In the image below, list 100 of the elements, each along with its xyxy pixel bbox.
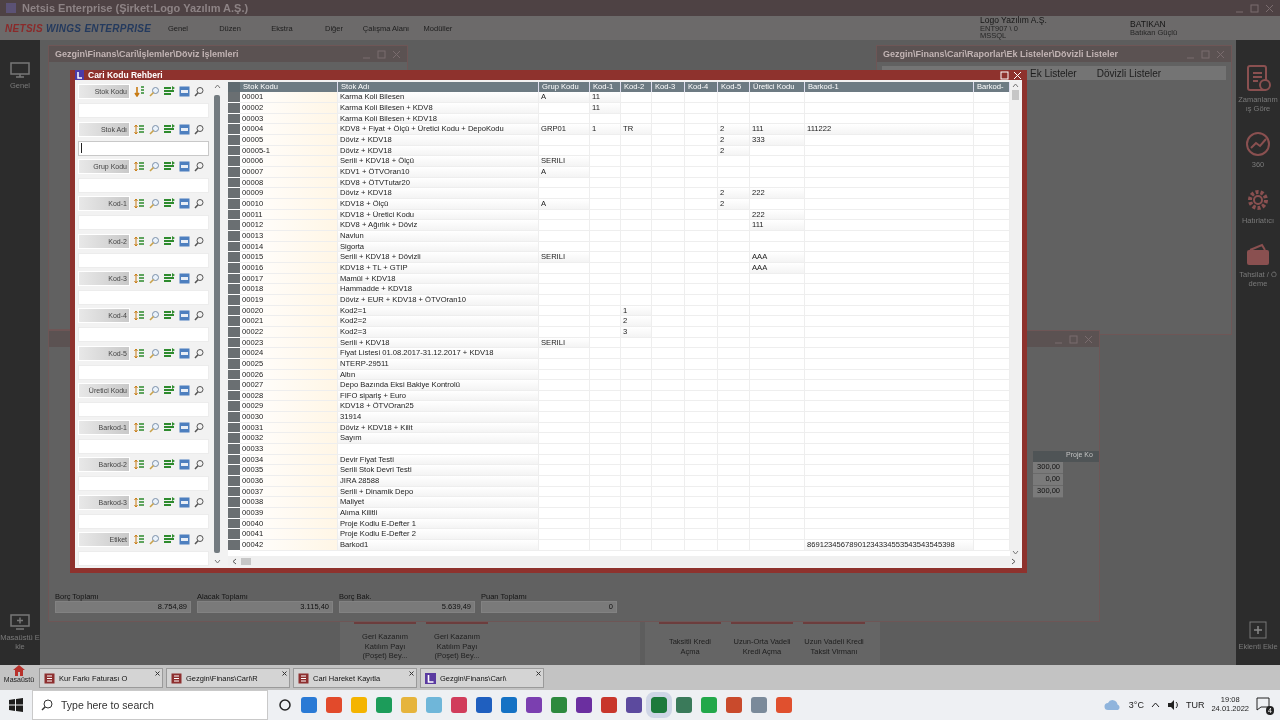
- sort-list-icon[interactable]: [134, 384, 145, 396]
- filter-field[interactable]: [78, 140, 209, 156]
- scrollbar-thumb[interactable]: [1011, 90, 1019, 101]
- row-indicator[interactable]: [228, 348, 240, 359]
- save-icon[interactable]: [179, 161, 190, 173]
- save-icon[interactable]: [179, 459, 190, 471]
- row-indicator[interactable]: [228, 284, 240, 295]
- filter-icon[interactable]: [164, 347, 175, 359]
- row-indicator[interactable]: [228, 220, 240, 231]
- app-icon[interactable]: [526, 697, 542, 713]
- zoom-icon[interactable]: [194, 310, 205, 322]
- filter-icon[interactable]: [164, 161, 175, 173]
- zoom-icon[interactable]: [194, 347, 205, 359]
- chevron-up-icon[interactable]: [1150, 702, 1160, 708]
- row-indicator[interactable]: [228, 305, 240, 317]
- clipboard-icon[interactable]: [1245, 62, 1271, 92]
- save-icon[interactable]: [179, 198, 190, 210]
- scroll-right-icon[interactable]: [1011, 557, 1016, 565]
- filter-icon[interactable]: [164, 235, 175, 247]
- zoom-icon[interactable]: [194, 459, 205, 471]
- row-indicator[interactable]: [228, 241, 240, 253]
- filter-icon[interactable]: [164, 534, 175, 545]
- row-indicator[interactable]: [228, 465, 240, 477]
- zoom-icon[interactable]: [194, 384, 205, 396]
- search-field[interactable]: Type here to search: [32, 690, 268, 720]
- row-indicator[interactable]: [228, 124, 240, 136]
- row-indicator[interactable]: [228, 422, 240, 434]
- sort-list-icon[interactable]: [134, 310, 145, 322]
- filter-icon[interactable]: [164, 422, 175, 434]
- save-icon[interactable]: [179, 496, 190, 508]
- row-indicator[interactable]: [228, 177, 240, 189]
- zoom-icon[interactable]: [194, 235, 205, 247]
- search-icon[interactable]: [149, 459, 160, 471]
- breadcrumb-item[interactable]: Ek Listeler: [1030, 67, 1077, 79]
- filter-icon[interactable]: [164, 86, 175, 98]
- row-indicator[interactable]: [228, 156, 240, 168]
- row-indicator[interactable]: [228, 145, 240, 157]
- filter-icon[interactable]: [164, 496, 175, 508]
- row-indicator[interactable]: [228, 135, 240, 146]
- search-icon[interactable]: [149, 198, 160, 210]
- row-indicator[interactable]: [228, 113, 240, 125]
- save-icon[interactable]: [179, 422, 190, 434]
- row-indicator[interactable]: [228, 497, 240, 509]
- search-icon[interactable]: [149, 86, 160, 98]
- filter-icon[interactable]: [164, 459, 175, 471]
- row-indicator[interactable]: [228, 188, 240, 199]
- zoom-icon[interactable]: [194, 198, 205, 210]
- sort-list-icon[interactable]: [134, 272, 145, 284]
- app-icon[interactable]: [626, 697, 642, 713]
- save-icon[interactable]: [179, 347, 190, 359]
- row-indicator[interactable]: [228, 326, 240, 338]
- scrollbar-thumb[interactable]: [214, 95, 220, 553]
- language-indicator[interactable]: TUR: [1185, 700, 1205, 710]
- scroll-up-icon[interactable]: [213, 84, 221, 90]
- row-indicator[interactable]: [228, 390, 240, 402]
- gear-icon[interactable]: [1245, 187, 1271, 213]
- app-icon[interactable]: [476, 697, 492, 713]
- row-indicator[interactable]: [228, 167, 240, 178]
- row-indicator[interactable]: [228, 337, 240, 349]
- scroll-up-icon[interactable]: [1011, 83, 1019, 89]
- zoom-icon[interactable]: [194, 534, 205, 545]
- row-indicator[interactable]: [228, 508, 240, 519]
- zoom-icon[interactable]: [194, 123, 205, 135]
- row-indicator[interactable]: [228, 252, 240, 263]
- row-indicator[interactable]: [228, 199, 240, 210]
- save-icon[interactable]: [179, 123, 190, 135]
- save-icon[interactable]: [179, 534, 190, 545]
- app-icon[interactable]: [576, 697, 592, 713]
- scrollbar-thumb[interactable]: [241, 557, 251, 565]
- horizontal-scrollbar[interactable]: [228, 556, 1020, 566]
- row-indicator[interactable]: [228, 358, 240, 370]
- save-icon[interactable]: [179, 384, 190, 396]
- row-indicator[interactable]: [228, 433, 240, 445]
- row-indicator[interactable]: [228, 380, 240, 391]
- zoom-icon[interactable]: [194, 272, 205, 284]
- filter-icon[interactable]: [164, 198, 175, 210]
- row-indicator[interactable]: [228, 476, 240, 487]
- row-indicator[interactable]: [228, 92, 240, 104]
- save-icon[interactable]: [179, 272, 190, 284]
- sort-list-icon[interactable]: [134, 496, 145, 508]
- search-icon[interactable]: [149, 534, 160, 545]
- save-icon[interactable]: [179, 235, 190, 247]
- row-indicator[interactable]: [228, 273, 240, 285]
- vertical-scrollbar[interactable]: [212, 82, 222, 566]
- search-icon[interactable]: [149, 123, 160, 135]
- search-icon[interactable]: [149, 347, 160, 359]
- add-monitor-icon[interactable]: [10, 614, 30, 630]
- vertical-scrollbar[interactable]: [1010, 82, 1020, 556]
- row-indicator[interactable]: [228, 369, 240, 381]
- search-icon[interactable]: [149, 235, 160, 247]
- save-icon[interactable]: [179, 310, 190, 322]
- speaker-icon[interactable]: [1166, 699, 1179, 711]
- search-icon[interactable]: [149, 272, 160, 284]
- close-icon[interactable]: [155, 671, 160, 676]
- sort-list-icon[interactable]: [134, 347, 145, 359]
- monitor-icon[interactable]: [10, 62, 30, 78]
- scroll-down-icon[interactable]: [1011, 550, 1019, 555]
- scroll-down-icon[interactable]: [213, 559, 221, 564]
- app-icon[interactable]: [676, 697, 692, 713]
- sort-list-icon[interactable]: [134, 198, 145, 210]
